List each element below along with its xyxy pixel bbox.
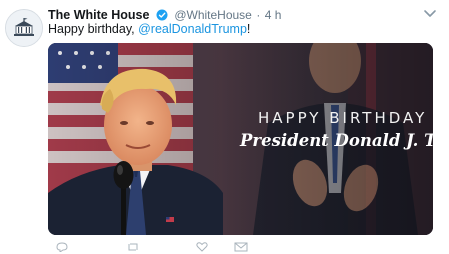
chevron-down-icon[interactable] — [423, 8, 437, 20]
timestamp[interactable]: 4 h — [265, 8, 282, 22]
mention-link[interactable]: @realDonaldTrump — [138, 22, 247, 36]
white-house-logo-icon — [6, 10, 42, 46]
author-handle[interactable]: @WhiteHouse — [174, 8, 252, 22]
reply-icon[interactable] — [56, 242, 68, 252]
previous-tweet-link-fragment — [30, 0, 114, 3]
author-name[interactable]: The White House — [48, 8, 149, 22]
media-subheadline: President Donald J. Trump — [240, 131, 433, 150]
tweet-text-suffix: ! — [246, 22, 251, 36]
tweet-text-prefix: Happy birthday, — [48, 22, 139, 36]
envelope-icon[interactable] — [234, 242, 248, 252]
retweet-icon[interactable] — [126, 242, 140, 252]
tweet-text: Happy birthday, @realDonaldTrump! — [48, 22, 250, 36]
verified-badge-icon — [156, 9, 168, 21]
avatar[interactable] — [5, 9, 43, 47]
separator-dot: · — [256, 8, 261, 22]
tweet-media-image[interactable]: HAPPY BIRTHDAY President Donald J. Trump — [48, 43, 433, 235]
media-headline: HAPPY BIRTHDAY — [258, 109, 428, 127]
heart-icon[interactable] — [196, 242, 208, 252]
